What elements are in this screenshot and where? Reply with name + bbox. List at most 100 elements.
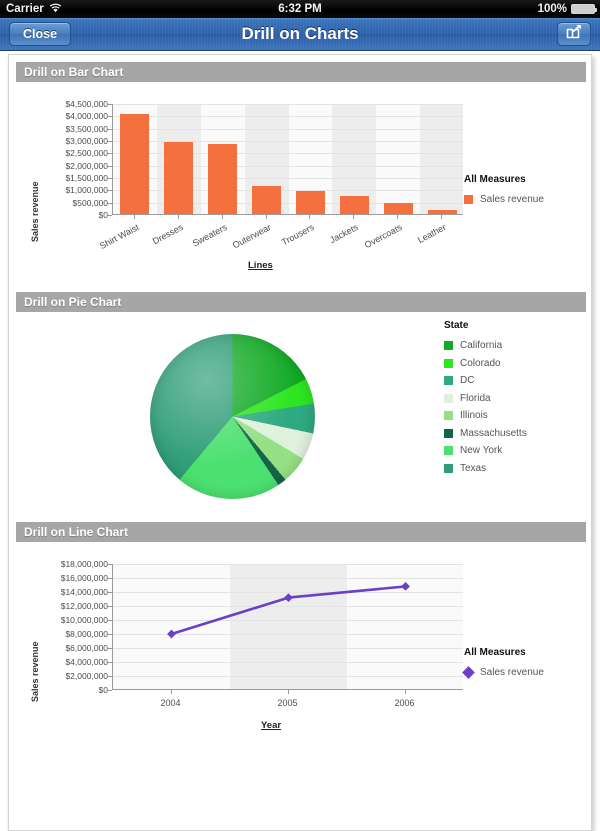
y-tick-label: $1,000,000 [65,185,108,196]
x-tick-label[interactable]: Outerwear [227,222,272,252]
battery-full-icon [571,4,597,14]
x-tick-label[interactable]: Shirt Waist [95,222,141,252]
legend-title: All Measures [464,174,526,185]
y-tick-label: $14,000,000 [60,587,108,597]
y-tick-label: $8,000,000 [65,629,108,639]
y-tick-label: $0 [98,685,108,695]
legend-item-label: Colorado [460,357,501,369]
bar-shirt-waist[interactable] [120,114,150,214]
x-tick-label[interactable]: Jackets [315,222,360,252]
pie-chart: State California Colorado DC Florida Illinoi… [16,312,586,522]
y-tick-label: $10,000,000 [60,615,108,625]
legend-color-swatch [444,341,453,351]
x-tick-label[interactable]: Leather [402,222,448,252]
y-tick-mark [108,690,112,691]
navigation-bar: Drill on Charts Close [0,18,600,51]
legend-diamond-marker [462,666,475,680]
pie-chart-graphic[interactable] [150,334,315,499]
ios-status-bar: Carrier 6:32 PM 100% [0,0,600,18]
bar-jackets[interactable] [339,196,369,214]
legend-item-label: Illinois [460,410,488,422]
legend-color-swatch [444,376,453,386]
line-chart: Sales revenue $0 $2,000,000 $4,000,000 $6,0… [16,542,586,742]
legend-title: State [444,320,469,331]
y-tick-label: $4,000,000 [65,111,108,122]
y-tick-label: $6,000,000 [65,643,108,653]
legend-item-colorado[interactable]: Colorado [444,355,527,373]
line-series-sales-revenue[interactable] [113,564,463,690]
legend-item-dc[interactable]: DC [444,372,527,390]
bar-chart-plot-area[interactable] [112,104,463,215]
line-chart-x-axis-title: Year [261,720,282,731]
section-header-line-chart: Drill on Line Chart [16,522,586,542]
legend-item-florida[interactable]: Florida [444,390,527,408]
data-point-2004[interactable] [167,629,176,639]
legend-item-sales-revenue[interactable]: Sales revenue [464,191,544,209]
x-tick-mark [309,215,311,219]
close-button[interactable]: Close [9,22,72,46]
bar-outerwear[interactable] [252,186,282,214]
bar-dresses[interactable] [164,141,194,214]
data-point-2005[interactable] [284,593,293,602]
bar-overcoats[interactable] [383,203,413,214]
bar-sweaters[interactable] [208,143,238,214]
legend-color-swatch [444,358,453,368]
legend-color-swatch [444,411,453,421]
x-tick-mark [441,215,443,219]
bar-trousers[interactable] [295,190,325,214]
x-tick-label[interactable]: Overcoats [359,222,404,252]
x-tick-label[interactable]: Sweaters [183,222,229,252]
section-header-bar-chart: Drill on Bar Chart [16,62,586,82]
legend-item-illinois[interactable]: Illinois [444,407,527,425]
plot-band [420,104,463,214]
share-button[interactable] [557,22,591,46]
line-chart-legend: All Measures Sales revenue [462,647,544,682]
content-area: Drill on Bar Chart Sales revenue $0 $500,… [0,51,600,831]
legend-item-label: Texas [460,462,487,474]
bar-chart-x-axis-title: Lines [248,260,273,271]
y-tick-mark [108,215,112,216]
x-tick-label[interactable]: Trousers [271,222,316,252]
x-tick-mark [404,690,406,694]
legend-item-massachusetts[interactable]: Massachusetts [444,425,527,443]
y-tick-label: $2,500,000 [65,148,108,159]
status-bar-clock: 6:32 PM [278,3,322,15]
legend-item-label: Sales revenue [480,194,544,206]
legend-title: All Measures [464,647,526,658]
report-card: Drill on Bar Chart Sales revenue $0 $500,… [8,54,592,831]
section-header-pie-chart: Drill on Pie Chart [16,292,586,312]
y-tick-label: $3,500,000 [65,123,108,134]
page-title: Drill on Charts [241,24,359,43]
x-tick-mark [397,215,399,219]
y-tick-label: $500,000 [72,197,108,208]
bar-leather[interactable] [427,209,457,214]
legend-item-texas[interactable]: Texas [444,460,527,478]
x-tick-label[interactable]: Dresses [139,222,185,252]
legend-color-swatch [444,446,453,456]
x-tick-label[interactable]: 2006 [394,698,414,708]
legend-color-swatch [444,463,453,473]
legend-color-swatch [444,428,453,438]
x-tick-label[interactable]: 2004 [160,698,180,708]
y-tick-label: $12,000,000 [60,601,108,611]
battery-percent-label: 100% [537,3,567,15]
y-tick-label: $18,000,000 [60,559,108,569]
pie-gloss-overlay [150,334,315,499]
x-tick-mark [170,690,172,694]
line-chart-plot-area[interactable] [112,564,463,690]
legend-item-label: Massachusetts [460,427,527,439]
data-point-2006[interactable] [401,582,410,591]
pie-chart-legend: State California Colorado DC Florida Illinoi… [444,320,527,477]
y-tick-label: $2,000,000 [65,160,108,171]
section-line-chart: Drill on Line Chart Sales revenue $0 $2,0… [16,522,586,742]
legend-item-california[interactable]: California [444,337,527,355]
legend-item-sales-revenue[interactable]: Sales revenue [462,664,544,682]
x-tick-label[interactable]: 2005 [277,698,297,708]
x-tick-mark [133,215,135,219]
y-tick-label: $4,500,000 [65,99,108,109]
x-tick-mark [287,690,289,694]
legend-item-new-york[interactable]: New York [444,442,527,460]
gridline [113,116,463,118]
y-tick-label: $0 [98,210,108,220]
bar-chart-legend: All Measures Sales revenue [464,174,544,209]
